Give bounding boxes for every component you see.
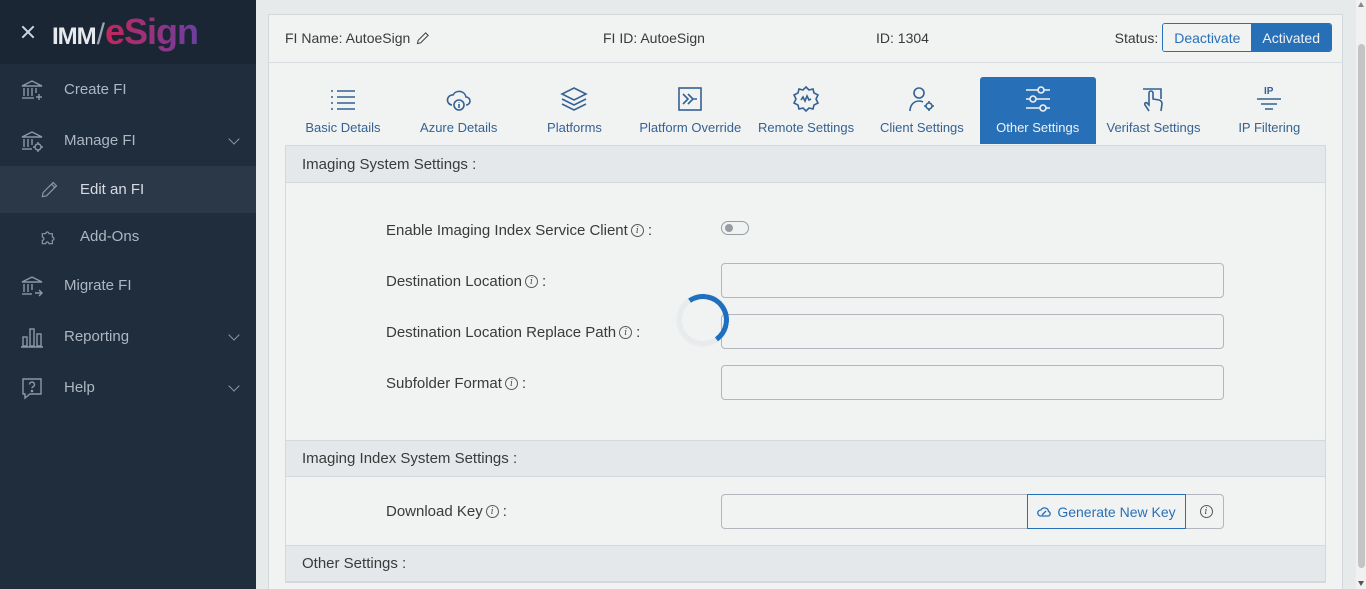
sidebar-item-help[interactable]: Help <box>0 362 256 413</box>
scrollbar-thumb[interactable] <box>1358 44 1365 568</box>
logo-imm: IMM <box>52 23 97 50</box>
sidebar-item-migrate-fi[interactable]: Migrate FI <box>0 260 256 311</box>
sidebar-item-label: Reporting <box>64 328 130 345</box>
sidebar-item-label: Edit an FI <box>80 181 145 198</box>
pencil-icon <box>38 179 60 201</box>
scroll-down-arrow-icon[interactable] <box>1358 581 1364 586</box>
chevron-down-icon <box>228 380 240 392</box>
bank-plus-icon <box>20 78 44 102</box>
scroll-up-arrow-icon[interactable] <box>1358 2 1364 7</box>
sidebar-item-reporting[interactable]: Reporting <box>0 311 256 362</box>
sidebar-item-manage-fi[interactable]: Manage FI <box>0 115 256 166</box>
page-scrollbar[interactable] <box>1356 0 1366 589</box>
puzzle-icon <box>38 226 60 248</box>
sidebar: IMM / eSign Create FI Manage FI Edit an … <box>0 0 256 589</box>
bank-arrow-icon <box>20 274 44 298</box>
chevron-down-icon <box>228 133 240 145</box>
sidebar-item-label: Add-Ons <box>80 228 140 245</box>
sidebar-item-label: Help <box>64 379 95 396</box>
logo-esign: eSign <box>105 11 199 52</box>
bar-chart-icon <box>20 325 44 349</box>
close-icon[interactable] <box>18 22 38 42</box>
logo: IMM / eSign <box>52 11 199 53</box>
sidebar-header: IMM / eSign <box>0 0 256 64</box>
sidebar-item-create-fi[interactable]: Create FI <box>0 64 256 115</box>
help-bubble-icon <box>20 376 44 400</box>
logo-slash: / <box>96 18 105 51</box>
sidebar-item-edit-fi[interactable]: Edit an FI <box>0 166 256 213</box>
sidebar-item-add-ons[interactable]: Add-Ons <box>0 213 256 260</box>
bank-gear-icon <box>20 129 44 153</box>
sidebar-item-label: Migrate FI <box>64 277 132 294</box>
chevron-down-icon <box>228 329 240 341</box>
loading-overlay <box>256 0 1366 589</box>
sidebar-item-label: Manage FI <box>64 132 136 149</box>
sidebar-item-label: Create FI <box>64 81 127 98</box>
